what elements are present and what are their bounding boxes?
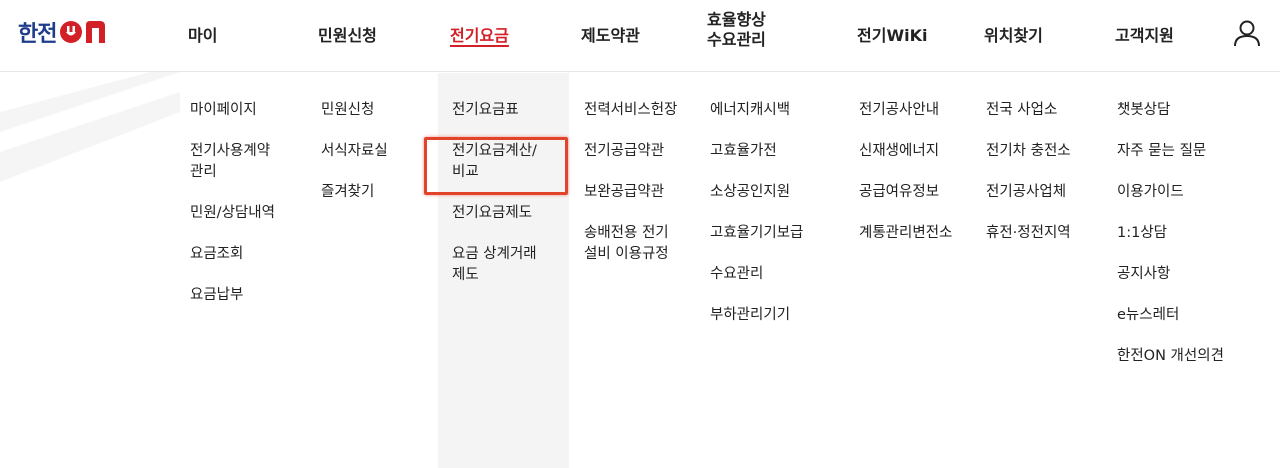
logo[interactable]: 한전 ON	[18, 18, 108, 47]
submenu-item-fee-calculator[interactable]: 전기요금계산/ 비교	[452, 141, 537, 183]
submenu-item[interactable]: 부하관리기기	[710, 305, 803, 326]
submenu-item[interactable]: 에너지캐시백	[710, 100, 803, 121]
submenu-column-location: 전국 사업소 전기차 충전소 전기공사업체 휴전·정전지역	[986, 100, 1071, 264]
submenu-item[interactable]: 전국 사업소	[986, 100, 1071, 121]
gnb-item-wiki[interactable]: 전기WiKi	[857, 0, 927, 72]
submenu-item[interactable]: 민원신청	[321, 100, 388, 121]
submenu-column-terms: 전력서비스헌장 전기공급약관 보완공급약관 송배전용 전기 설비 이용규정	[584, 100, 677, 285]
gnb-item-efficiency[interactable]: 효율향상 수요관리	[707, 0, 766, 72]
user-icon	[1234, 20, 1260, 47]
submenu-item[interactable]: 전기요금표	[452, 100, 537, 121]
gnb-item-terms[interactable]: 제도약관	[581, 0, 640, 72]
submenu-column-my: 마이페이지 전기사용계약 관리 민원/상담내역 요금조회 요금납부	[190, 100, 275, 326]
submenu-item[interactable]: 전기공사안내	[859, 100, 952, 121]
submenu-item[interactable]: 소상공인지원	[710, 182, 803, 203]
submenu-item[interactable]: 공급여유정보	[859, 182, 952, 203]
submenu-item[interactable]: 서식자료실	[321, 141, 388, 162]
submenu-column-wiki: 전기공사안내 신재생에너지 공급여유정보 계통관리변전소	[859, 100, 952, 264]
gnb-item-my[interactable]: 마이	[188, 0, 217, 72]
gnb-label: 마이	[188, 26, 218, 45]
submenu-item[interactable]: 1:1상담	[1117, 223, 1224, 244]
submenu-column-efficiency: 에너지캐시백 고효율가전 소상공인지원 고효율기기보급 수요관리 부하관리기기	[710, 100, 803, 346]
submenu-column-civil: 민원신청 서식자료실 즐겨찾기	[321, 100, 388, 223]
submenu-item[interactable]: 수요관리	[710, 264, 803, 285]
gnb-label: 민원신청	[318, 26, 377, 45]
submenu-column-electric-fee: 전기요금표 전기요금계산/ 비교 전기요금제도 요금 상계거래 제도	[452, 100, 537, 306]
logo-on-icon: ON	[58, 19, 108, 45]
submenu-item[interactable]: 한전ON 개선의견	[1117, 346, 1224, 367]
logo-text: 한전	[18, 22, 57, 47]
submenu-item[interactable]: e뉴스레터	[1117, 305, 1224, 326]
gnb-item-civil[interactable]: 민원신청	[318, 0, 377, 72]
gnb-label: 효율향상 수요관리	[707, 10, 766, 49]
submenu-item[interactable]: 이용가이드	[1117, 182, 1224, 203]
submenu-item[interactable]: 전기차 충전소	[986, 141, 1071, 162]
submenu-item[interactable]: 계통관리변전소	[859, 223, 952, 244]
submenu-item[interactable]: 휴전·정전지역	[986, 223, 1071, 244]
gnb-item-electric-fee[interactable]: 전기요금	[450, 0, 509, 72]
gnb-item-support[interactable]: 고객지원	[1115, 0, 1174, 72]
submenu-item[interactable]: 마이페이지	[190, 100, 275, 121]
submenu-item[interactable]: 전력서비스헌장	[584, 100, 677, 121]
submenu-item[interactable]: 전기요금제도	[452, 203, 537, 224]
submenu-item[interactable]: 민원/상담내역	[190, 203, 275, 224]
gnb-label: 위치찾기	[984, 26, 1043, 45]
submenu-item[interactable]: 요금 상계거래 제도	[452, 244, 537, 286]
submenu-item[interactable]: 고효율기기보급	[710, 223, 803, 244]
submenu-item[interactable]: 전기공급약관	[584, 141, 677, 162]
submenu-item[interactable]: 즐겨찾기	[321, 182, 388, 203]
submenu-item[interactable]: 공지사항	[1117, 264, 1224, 285]
user-button[interactable]	[1232, 18, 1262, 48]
submenu-item[interactable]: 전기공사업체	[986, 182, 1071, 203]
background-decoration	[0, 72, 180, 192]
gnb-label: 고객지원	[1115, 26, 1174, 45]
gnb-label: 제도약관	[581, 26, 640, 45]
gnb-label: 전기WiKi	[857, 26, 928, 45]
submenu-item[interactable]: 고효율가전	[710, 141, 803, 162]
gnb-label: 전기요금	[450, 26, 509, 45]
submenu-item[interactable]: 요금납부	[190, 285, 275, 306]
gnb-item-location[interactable]: 위치찾기	[984, 0, 1043, 72]
submenu-item[interactable]: 자주 묻는 질문	[1117, 141, 1224, 162]
submenu-item[interactable]: 요금조회	[190, 244, 275, 265]
submenu-item[interactable]: 챗봇상담	[1117, 100, 1224, 121]
submenu-item[interactable]: 신재생에너지	[859, 141, 952, 162]
site-header: 한전 ON 마이 민원신청 전기요금 제도약관 효율향상 수요관리 전기WiKi…	[0, 0, 1280, 72]
submenu-item[interactable]: 보완공급약관	[584, 182, 677, 203]
submenu-item[interactable]: 송배전용 전기 설비 이용규정	[584, 223, 677, 265]
submenu-column-support: 챗봇상담 자주 묻는 질문 이용가이드 1:1상담 공지사항 e뉴스레터 한전O…	[1117, 100, 1224, 387]
submenu-item[interactable]: 전기사용계약 관리	[190, 141, 275, 183]
